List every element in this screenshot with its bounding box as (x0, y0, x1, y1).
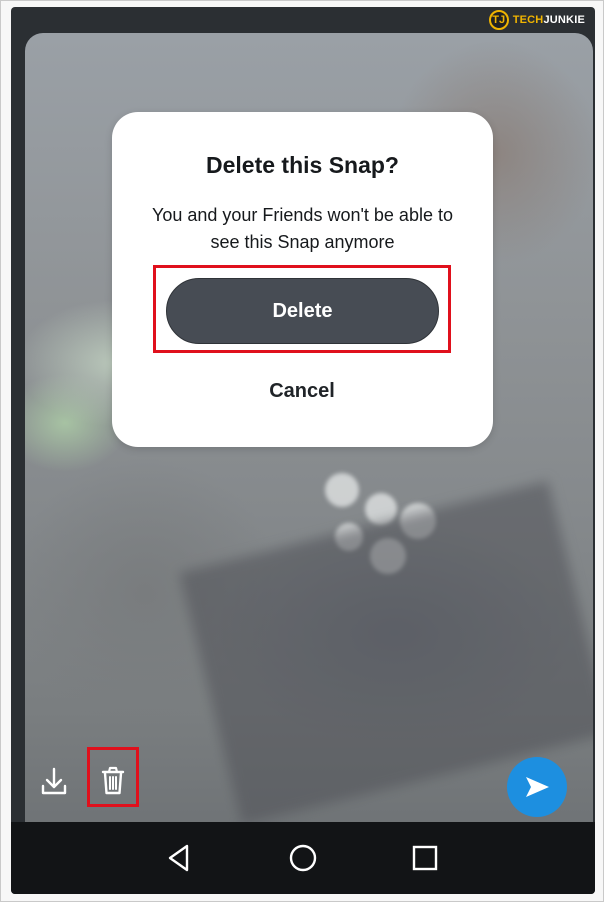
delete-button-highlight-box (153, 265, 451, 353)
dialog-message: You and your Friends won't be able to se… (152, 205, 453, 252)
dialog-title: Delete this Snap? (206, 152, 399, 178)
home-icon[interactable] (273, 822, 333, 894)
photo-blob (325, 473, 359, 507)
trash-icon-highlight-box (87, 747, 139, 807)
screenshot-frame: TJ TECHJUNKIE Delete this Snap? You and … (0, 0, 604, 902)
android-nav-bar (11, 822, 595, 894)
send-icon (526, 777, 549, 797)
download-icon[interactable] (39, 763, 69, 799)
logo-badge: TJ (488, 10, 509, 30)
logo-text-junkie: JUNKIE (543, 14, 585, 26)
techjunkie-logo: TJ TECHJUNKIE (488, 9, 585, 31)
logo-text: TECHJUNKIE (513, 14, 585, 26)
recents-icon[interactable] (395, 822, 455, 894)
cancel-button[interactable]: Cancel (202, 371, 402, 411)
back-icon[interactable] (149, 822, 209, 894)
send-button[interactable] (507, 757, 567, 817)
logo-text-tech: TECH (512, 14, 544, 26)
